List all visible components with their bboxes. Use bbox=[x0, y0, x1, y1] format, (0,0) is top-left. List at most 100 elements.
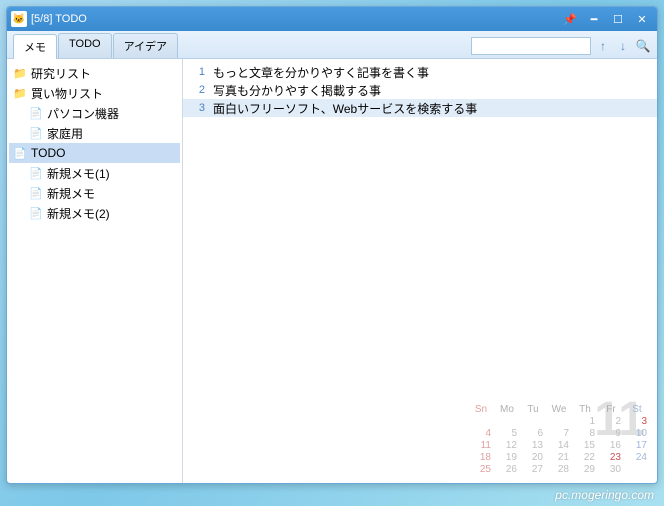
page-white-icon: 📄 bbox=[29, 106, 43, 120]
calendar-header: Sn bbox=[469, 404, 493, 415]
calendar-day: 19 bbox=[495, 452, 519, 463]
minimize-button[interactable]: ━ bbox=[583, 11, 605, 27]
calendar-day: 27 bbox=[521, 464, 545, 475]
calendar-day: 7 bbox=[547, 428, 571, 439]
tree-item[interactable]: 📁 研究リスト bbox=[9, 63, 180, 83]
calendar-day: 5 bbox=[495, 428, 519, 439]
window-controls: 📌 ━ ☐ ✕ bbox=[559, 11, 653, 27]
calendar-day: 16 bbox=[599, 440, 623, 451]
calendar-day: 9 bbox=[599, 428, 623, 439]
tab-0[interactable]: メモ bbox=[13, 34, 57, 59]
tree-item-label: 研究リスト bbox=[31, 65, 91, 82]
calendar-day: 18 bbox=[469, 452, 493, 463]
calendar-day: 23 bbox=[599, 452, 623, 463]
page-red-icon: 📄 bbox=[29, 206, 43, 220]
tree-item-label: 新規メモ(1) bbox=[47, 165, 110, 182]
app-icon: 🐱 bbox=[11, 11, 27, 27]
calendar-day bbox=[495, 416, 519, 427]
text-line[interactable]: 1もっと文章を分かりやすく記事を書く事 bbox=[183, 63, 657, 81]
calendar-day bbox=[521, 416, 545, 427]
folder-yellow-icon: 📁 bbox=[13, 66, 27, 80]
toolbar-right: ↑ ↓ 🔍 bbox=[471, 37, 651, 58]
tab-1[interactable]: TODO bbox=[58, 33, 112, 58]
pin-button[interactable]: 📌 bbox=[559, 11, 581, 27]
calendar-grid: SnMoTuWeThFrSt12345678910111213141516171… bbox=[469, 404, 649, 475]
calendar-header: Tu bbox=[521, 404, 545, 415]
close-button[interactable]: ✕ bbox=[631, 11, 653, 27]
calendar-day: 17 bbox=[625, 440, 649, 451]
maximize-button[interactable]: ☐ bbox=[607, 11, 629, 27]
line-text: 写真も分かりやすく掲載する事 bbox=[213, 82, 657, 99]
calendar-day: 24 bbox=[625, 452, 649, 463]
calendar-day: 10 bbox=[625, 428, 649, 439]
folder-green-icon: 📁 bbox=[13, 86, 27, 100]
line-number: 3 bbox=[183, 102, 213, 114]
down-arrow-icon[interactable]: ↓ bbox=[615, 38, 631, 54]
calendar-widget: 11 SnMoTuWeThFrSt12345678910111213141516… bbox=[469, 404, 649, 475]
tree-item[interactable]: 📁 買い物リスト bbox=[9, 83, 180, 103]
calendar-header: Fr bbox=[599, 404, 623, 415]
calendar-day: 26 bbox=[495, 464, 519, 475]
toolbar: メモTODOアイデア ↑ ↓ 🔍 bbox=[7, 31, 657, 59]
calendar-day: 25 bbox=[469, 464, 493, 475]
page-white-icon: 📄 bbox=[13, 146, 27, 160]
up-arrow-icon[interactable]: ↑ bbox=[595, 38, 611, 54]
window-title: [5/8] TODO bbox=[31, 13, 559, 25]
line-number: 1 bbox=[183, 66, 213, 78]
content-area: 1もっと文章を分かりやすく記事を書く事2写真も分かりやすく掲載する事3面白いフリ… bbox=[183, 59, 657, 483]
text-line[interactable]: 3面白いフリーソフト、Webサービスを検索する事 bbox=[183, 99, 657, 117]
calendar-header: St bbox=[625, 404, 649, 415]
tree-item-label: パソコン機器 bbox=[47, 105, 119, 122]
text-lines[interactable]: 1もっと文章を分かりやすく記事を書く事2写真も分かりやすく掲載する事3面白いフリ… bbox=[183, 63, 657, 117]
calendar-header: Mo bbox=[495, 404, 519, 415]
tree-item[interactable]: 📄 TODO bbox=[9, 143, 180, 163]
calendar-day: 22 bbox=[573, 452, 597, 463]
text-line[interactable]: 2写真も分かりやすく掲載する事 bbox=[183, 81, 657, 99]
tree-item-label: 新規メモ bbox=[47, 185, 95, 202]
calendar-day: 13 bbox=[521, 440, 545, 451]
calendar-header: We bbox=[547, 404, 571, 415]
tab-2[interactable]: アイデア bbox=[113, 33, 178, 58]
watermark: pc.mogeringo.com bbox=[555, 488, 654, 502]
page-white-icon: 📄 bbox=[29, 186, 43, 200]
page-green-icon: 📄 bbox=[29, 166, 43, 180]
calendar-day: 11 bbox=[469, 440, 493, 451]
calendar-day: 28 bbox=[547, 464, 571, 475]
line-text: もっと文章を分かりやすく記事を書く事 bbox=[213, 64, 657, 81]
search-icon[interactable]: 🔍 bbox=[635, 38, 651, 54]
calendar-day: 2 bbox=[599, 416, 623, 427]
search-input[interactable] bbox=[471, 37, 591, 55]
tree-item-label: 買い物リスト bbox=[31, 85, 103, 102]
calendar-header: Th bbox=[573, 404, 597, 415]
page-white-icon: 📄 bbox=[29, 126, 43, 140]
tree-item[interactable]: 📄 新規メモ bbox=[9, 183, 180, 203]
line-number: 2 bbox=[183, 84, 213, 96]
calendar-day bbox=[469, 416, 493, 427]
calendar-day: 20 bbox=[521, 452, 545, 463]
app-window: 🐱 [5/8] TODO 📌 ━ ☐ ✕ メモTODOアイデア ↑ ↓ 🔍 📁研… bbox=[6, 6, 658, 484]
calendar-day: 14 bbox=[547, 440, 571, 451]
tree-item[interactable]: 📄 新規メモ(2) bbox=[9, 203, 180, 223]
calendar-day: 1 bbox=[573, 416, 597, 427]
tree-item[interactable]: 📄 新規メモ(1) bbox=[9, 163, 180, 183]
tab-strip: メモTODOアイデア bbox=[13, 33, 178, 58]
tree-item[interactable]: 📄 家庭用 bbox=[9, 123, 180, 143]
calendar-day bbox=[625, 464, 649, 475]
sidebar-tree: 📁 研究リスト 📁 買い物リスト 📄 パソコン機器 📄 家庭用 📄 TODO 📄 新規メモ(1) 📄 新規… bbox=[7, 59, 183, 483]
calendar-day: 21 bbox=[547, 452, 571, 463]
calendar-day: 12 bbox=[495, 440, 519, 451]
tree-item-label: 新規メモ(2) bbox=[47, 205, 110, 222]
tree-item[interactable]: 📄 パソコン機器 bbox=[9, 103, 180, 123]
calendar-day: 6 bbox=[521, 428, 545, 439]
line-text: 面白いフリーソフト、Webサービスを検索する事 bbox=[213, 100, 657, 117]
calendar-day: 3 bbox=[625, 416, 649, 427]
tree-item-label: TODO bbox=[31, 146, 65, 160]
calendar-day: 30 bbox=[599, 464, 623, 475]
calendar-day bbox=[547, 416, 571, 427]
calendar-day: 8 bbox=[573, 428, 597, 439]
tree-item-label: 家庭用 bbox=[47, 125, 83, 142]
calendar-day: 15 bbox=[573, 440, 597, 451]
body: 📁 研究リスト 📁 買い物リスト 📄 パソコン機器 📄 家庭用 📄 TODO 📄 新規メモ(1) 📄 新規… bbox=[7, 59, 657, 483]
titlebar: 🐱 [5/8] TODO 📌 ━ ☐ ✕ bbox=[7, 7, 657, 31]
calendar-day: 4 bbox=[469, 428, 493, 439]
